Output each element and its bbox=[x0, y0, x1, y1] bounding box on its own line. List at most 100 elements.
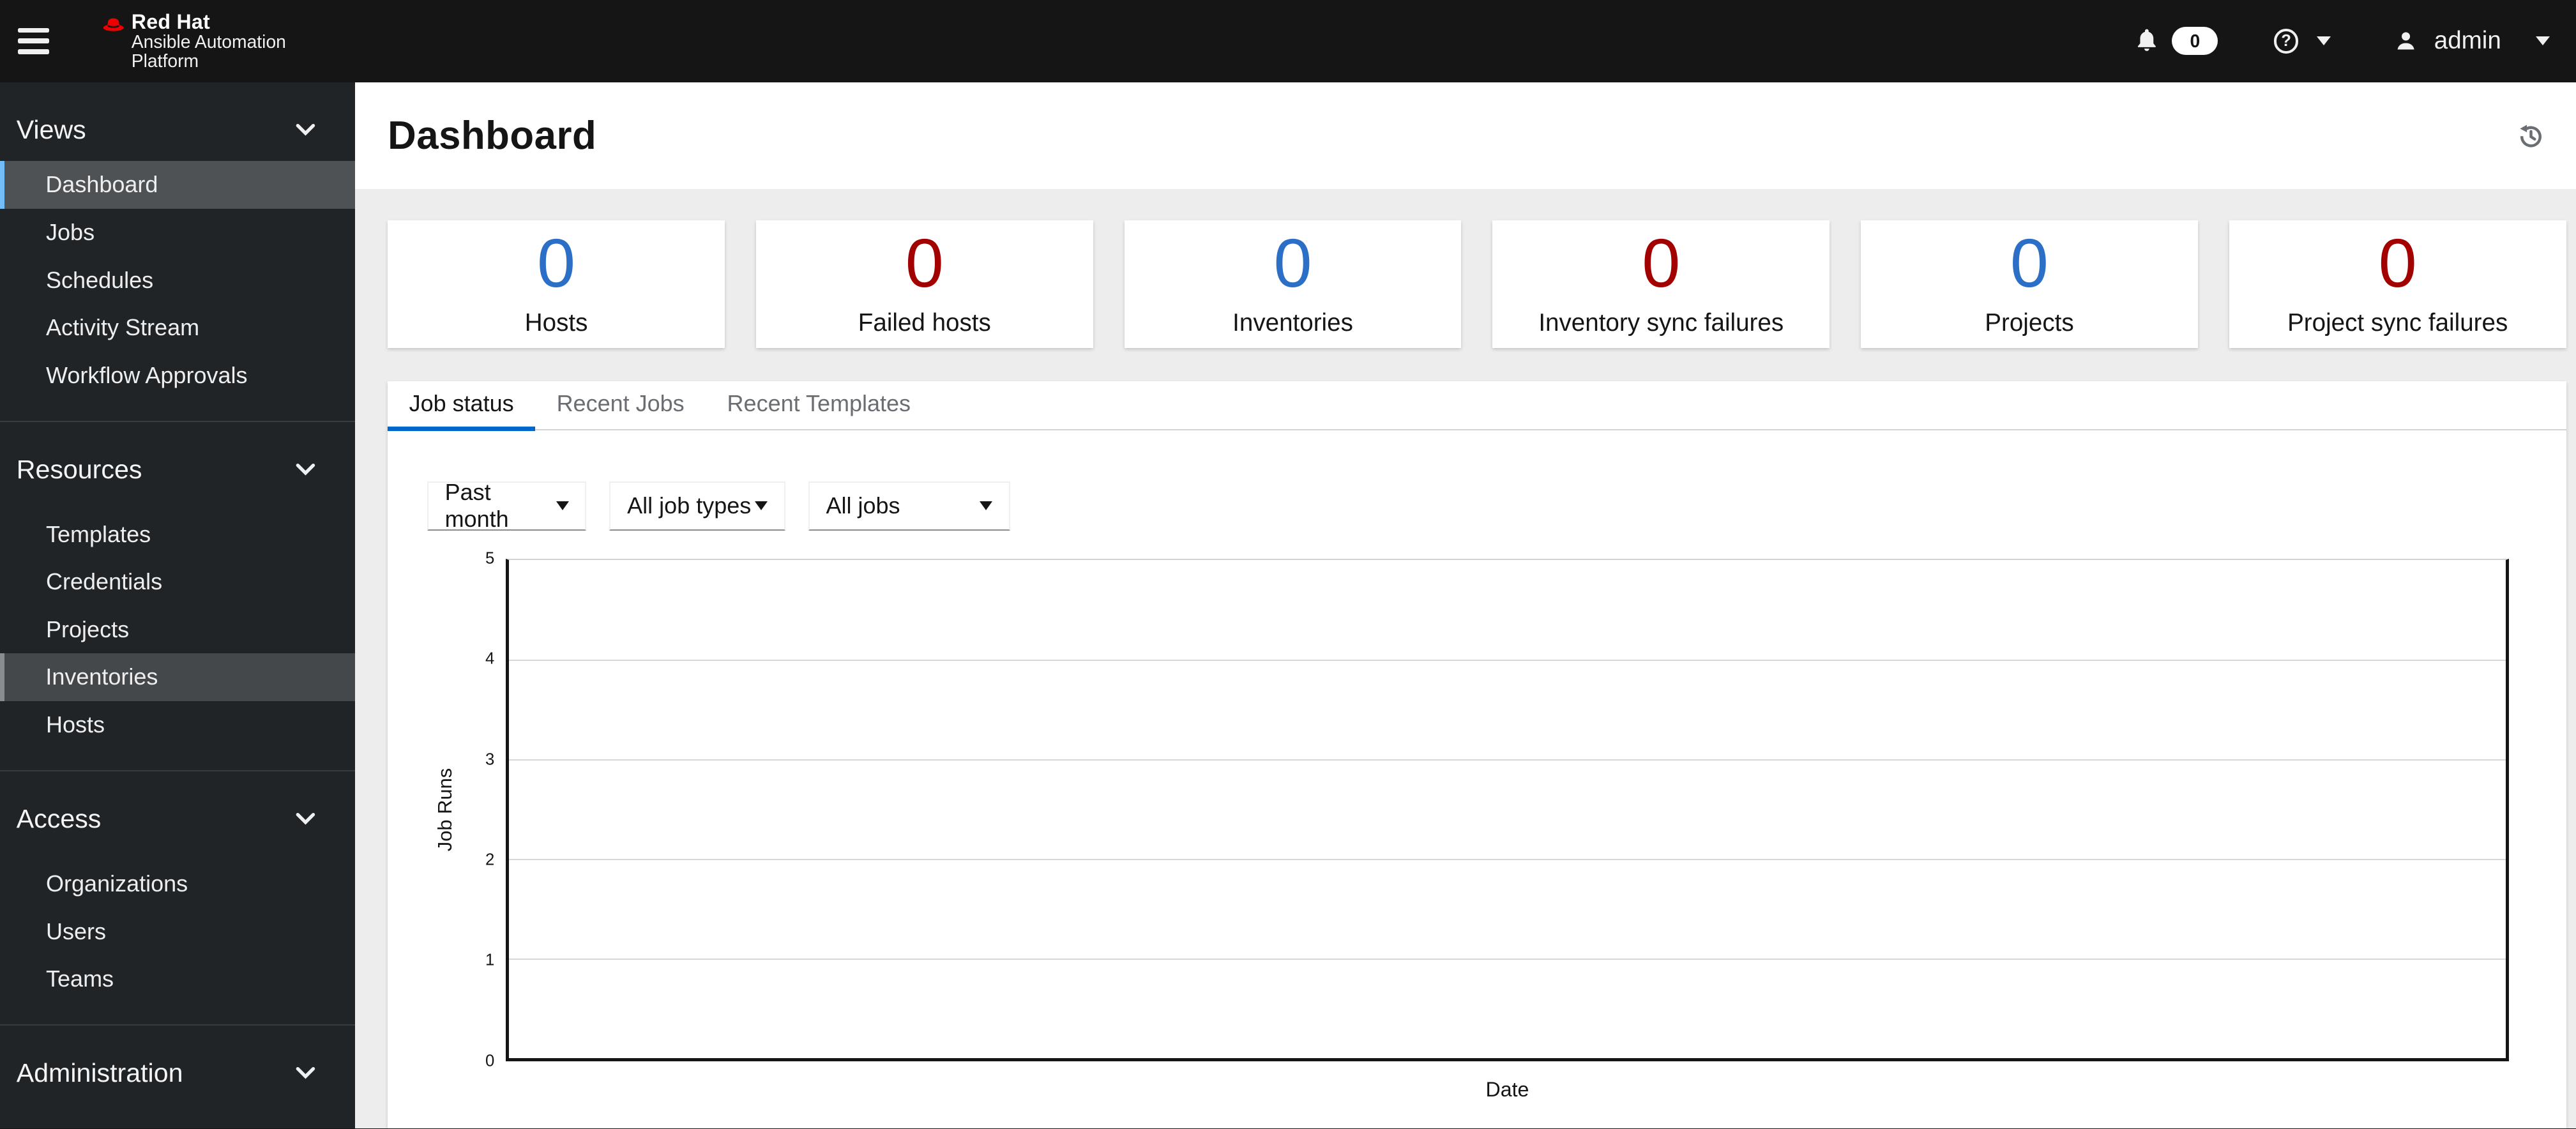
sidebar-item-users[interactable]: Users bbox=[0, 907, 355, 955]
caret-down-icon bbox=[755, 501, 768, 511]
user-icon bbox=[2398, 32, 2415, 50]
sidebar-item-dashboard[interactable]: Dashboard bbox=[0, 161, 355, 209]
brand-line-3: Platform bbox=[131, 50, 199, 72]
stat-label: Failed hosts bbox=[858, 308, 991, 337]
stat-label: Projects bbox=[1985, 308, 2074, 337]
brand-line-2: Ansible Automation bbox=[131, 31, 286, 52]
sidebar-item-hosts[interactable]: Hosts bbox=[0, 701, 355, 749]
brand-text: Red Hat Ansible Automation Platform bbox=[132, 11, 286, 71]
y-tick: 4 bbox=[485, 649, 495, 668]
nav-section-administration: Administration Credential Types Notifica… bbox=[0, 1024, 355, 1128]
card-inventories[interactable]: 0 Inventories bbox=[1124, 220, 1462, 349]
username-label: admin bbox=[2434, 27, 2501, 55]
sidebar-item-activity-stream[interactable]: Activity Stream bbox=[0, 304, 355, 352]
sidebar-item-schedules[interactable]: Schedules bbox=[0, 256, 355, 304]
masthead-toolbar: 0 ? admin bbox=[2133, 27, 2560, 56]
chevron-down-icon bbox=[296, 1067, 315, 1079]
sidebar-item-credentials[interactable]: Credentials bbox=[0, 558, 355, 606]
period-select-value: Past month bbox=[444, 479, 509, 533]
job-status-panel: Job status Recent Jobs Recent Templates … bbox=[388, 381, 2566, 1129]
y-tick: 5 bbox=[485, 549, 495, 568]
y-tick: 0 bbox=[485, 1052, 495, 1070]
y-tick: 1 bbox=[485, 951, 495, 969]
page-shell: Views Dashboard Jobs Schedules Activity … bbox=[0, 82, 2576, 1129]
sidebar-item-jobs[interactable]: Jobs bbox=[0, 209, 355, 257]
nav-section-label: Resources bbox=[16, 454, 142, 484]
stat-value: 0 bbox=[1273, 224, 1312, 301]
nav-section-label: Views bbox=[16, 114, 86, 144]
nav-section-resources: Resources Templates Credentials Projects… bbox=[0, 420, 355, 749]
history-icon bbox=[2520, 125, 2542, 148]
panel-tabs: Job status Recent Jobs Recent Templates bbox=[388, 381, 2566, 431]
jobs-select-value: All jobs bbox=[826, 492, 900, 519]
job-type-select-value: All job types bbox=[627, 492, 752, 519]
job-type-select[interactable]: All job types bbox=[609, 481, 785, 531]
y-tick: 2 bbox=[485, 851, 495, 869]
chevron-down-icon bbox=[296, 463, 315, 476]
chevron-down-icon bbox=[296, 123, 315, 136]
stat-label: Hosts bbox=[524, 308, 588, 337]
help-menu-button[interactable]: ? bbox=[2273, 29, 2331, 54]
nav-section-header-access[interactable]: Access bbox=[0, 801, 355, 837]
card-projects[interactable]: 0 Projects bbox=[1861, 220, 2198, 349]
notifications-button[interactable]: 0 bbox=[2133, 27, 2218, 56]
masthead: Red Hat Ansible Automation Platform 0 ? bbox=[0, 0, 2576, 82]
sidebar-item-projects[interactable]: Projects bbox=[0, 606, 355, 654]
job-runs-chart: Job Runs 5 4 3 2 1 0 Date bbox=[427, 549, 2509, 1101]
sidebar-nav: Views Dashboard Jobs Schedules Activity … bbox=[0, 82, 355, 1129]
chevron-down-icon bbox=[2535, 36, 2550, 47]
page-title: Dashboard bbox=[388, 113, 597, 158]
main-area: Dashboard 0 Hosts 0 Failed hosts 0 Inven… bbox=[354, 82, 2576, 1129]
gridline bbox=[509, 858, 2506, 861]
summary-cards-row: 0 Hosts 0 Failed hosts 0 Inventories 0 I… bbox=[388, 220, 2566, 349]
nav-toggle-button[interactable] bbox=[17, 13, 72, 69]
y-tick: 3 bbox=[485, 750, 495, 769]
gridline bbox=[509, 659, 2506, 662]
user-menu-button[interactable]: admin bbox=[2393, 27, 2559, 55]
tab-recent-jobs[interactable]: Recent Jobs bbox=[535, 381, 706, 431]
card-hosts[interactable]: 0 Hosts bbox=[388, 220, 725, 349]
tab-recent-templates[interactable]: Recent Templates bbox=[706, 381, 932, 431]
sidebar-item-templates[interactable]: Templates bbox=[0, 510, 355, 558]
chart-filters: Past month All job types All jobs bbox=[427, 479, 2566, 533]
nav-section-header-views[interactable]: Views bbox=[0, 112, 355, 148]
tab-job-status[interactable]: Job status bbox=[388, 381, 536, 431]
stat-label: Project sync failures bbox=[2287, 308, 2508, 337]
stat-label: Inventory sync failures bbox=[1538, 308, 1784, 337]
period-select[interactable]: Past month bbox=[427, 479, 587, 533]
sidebar-item-organizations[interactable]: Organizations bbox=[0, 860, 355, 908]
chevron-down-icon bbox=[296, 813, 315, 825]
page-header: Dashboard bbox=[354, 82, 2576, 189]
caret-down-icon bbox=[556, 501, 569, 511]
stat-value: 0 bbox=[1642, 224, 1681, 301]
stat-label: Inventories bbox=[1232, 308, 1353, 337]
chart-plot-area: Date bbox=[506, 558, 2509, 1101]
card-project-sync-failures[interactable]: 0 Project sync failures bbox=[2229, 220, 2566, 349]
y-axis-label-wrap: Job Runs bbox=[427, 559, 464, 1061]
card-failed-hosts[interactable]: 0 Failed hosts bbox=[755, 220, 1093, 349]
sidebar-item-inventories[interactable]: Inventories bbox=[0, 653, 355, 701]
card-inventory-sync-failures[interactable]: 0 Inventory sync failures bbox=[1492, 220, 1830, 349]
bell-icon bbox=[2137, 29, 2156, 52]
notification-count-badge: 0 bbox=[2172, 27, 2218, 56]
sidebar-item-workflow-approvals[interactable]: Workflow Approvals bbox=[0, 351, 355, 399]
dashboard-content: 0 Hosts 0 Failed hosts 0 Inventories 0 I… bbox=[355, 189, 2576, 1129]
stat-value: 0 bbox=[2010, 224, 2049, 301]
chevron-down-icon bbox=[2316, 36, 2331, 47]
nav-section-access: Access Organizations Users Teams bbox=[0, 769, 355, 1003]
nav-section-label: Administration bbox=[16, 1058, 183, 1088]
nav-section-header-administration[interactable]: Administration bbox=[0, 1055, 355, 1091]
redhat-fedora-icon bbox=[103, 18, 124, 31]
y-axis-ticks: 5 4 3 2 1 0 bbox=[463, 549, 506, 1070]
refresh-history-button[interactable] bbox=[2510, 116, 2550, 155]
caret-down-icon bbox=[980, 501, 993, 511]
jobs-select[interactable]: All jobs bbox=[808, 481, 1011, 531]
sidebar-item-credential-types[interactable]: Credential Types bbox=[0, 1114, 355, 1128]
sidebar-item-teams[interactable]: Teams bbox=[0, 955, 355, 1003]
brand-logo: Red Hat Ansible Automation Platform bbox=[100, 11, 286, 71]
nav-section-views: Views Dashboard Jobs Schedules Activity … bbox=[0, 82, 355, 399]
nav-section-header-resources[interactable]: Resources bbox=[0, 451, 355, 488]
brand-line-1: Red Hat bbox=[131, 10, 211, 33]
stat-value: 0 bbox=[2378, 224, 2417, 301]
stat-value: 0 bbox=[905, 224, 944, 301]
